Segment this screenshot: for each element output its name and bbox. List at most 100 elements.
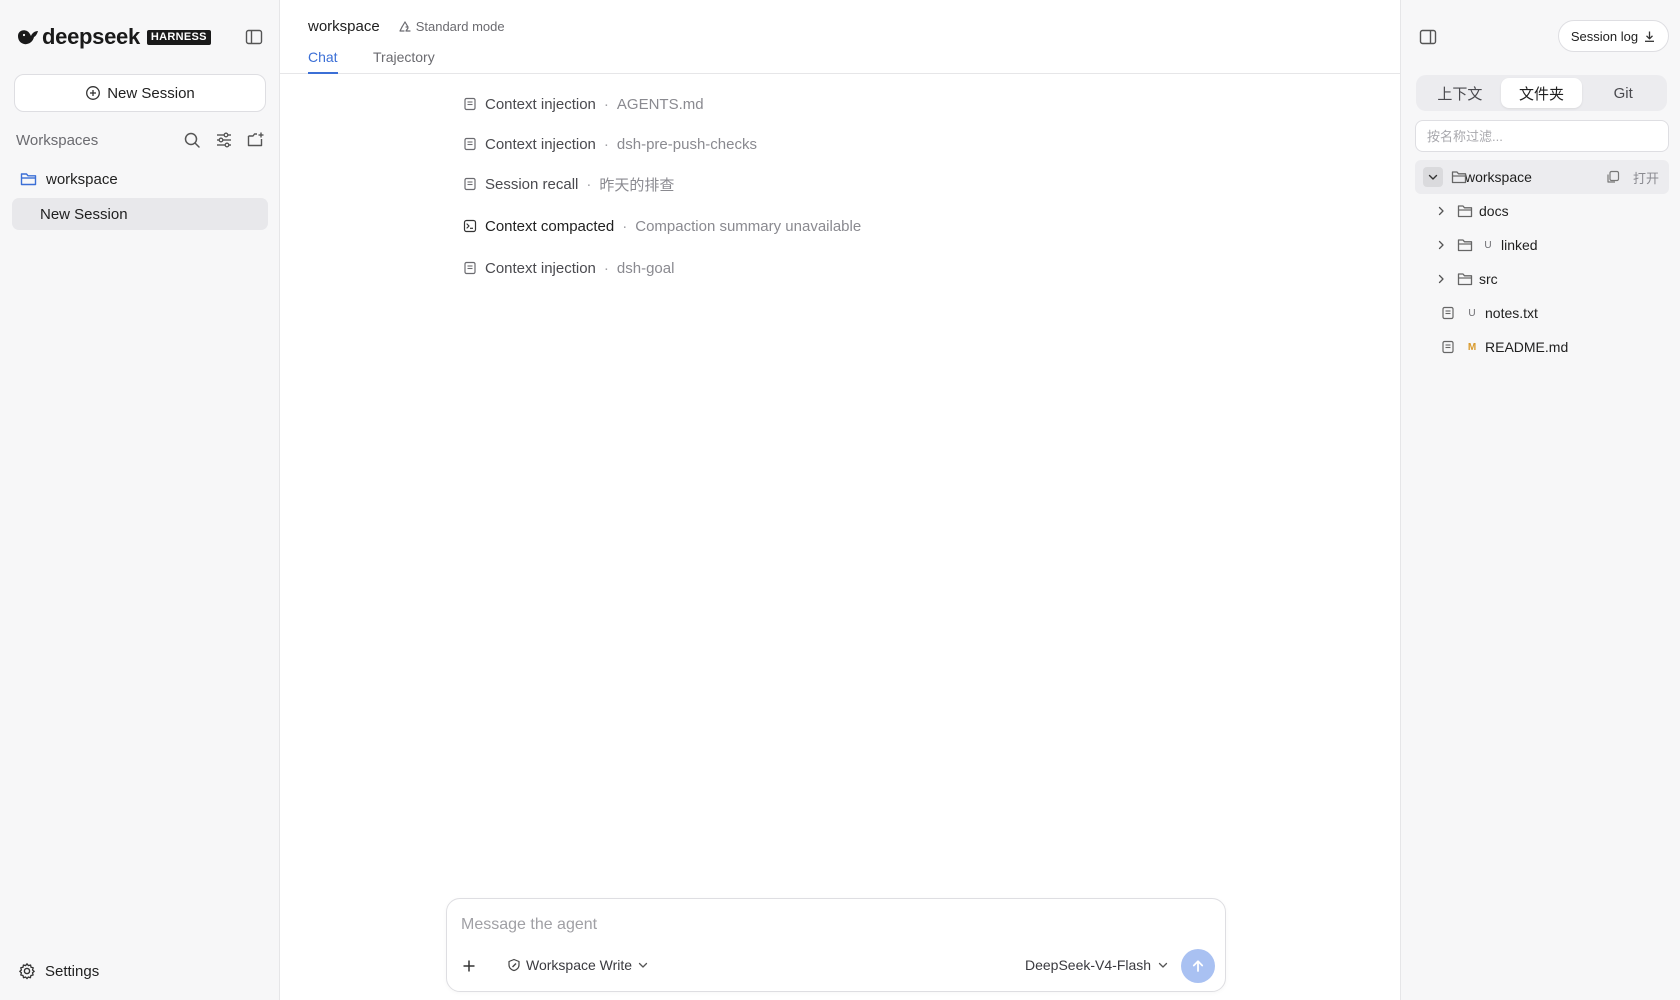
tree-item-label: docs (1479, 203, 1509, 219)
session-log-button[interactable]: Session log (1558, 20, 1669, 52)
tree-file-readme[interactable]: M README.md (1441, 335, 1568, 359)
session-item-label: New Session (40, 205, 128, 223)
shield-edit-icon (508, 958, 520, 972)
left-sidebar: deepseek HARNESS New Session Workspaces (0, 0, 280, 1000)
event-kind: Context injection (485, 95, 596, 113)
workspace-item[interactable]: workspace (20, 168, 118, 190)
plus-icon (463, 960, 475, 972)
folder-icon (1451, 171, 1467, 184)
panel-segmented-control: 上下文 文件夹 Git (1416, 75, 1667, 111)
event-kind: Context injection (485, 135, 596, 153)
tree-item-label: src (1479, 271, 1498, 287)
document-icon (1442, 340, 1454, 354)
filter-sliders-icon[interactable] (214, 130, 234, 150)
event-row[interactable]: Context compacted · Compaction summary u… (463, 215, 861, 237)
separator-dot: · (586, 175, 592, 193)
tree-root-label: workspace (1465, 169, 1532, 185)
settings-button[interactable]: Settings (18, 962, 99, 980)
terminal-icon (463, 219, 477, 233)
file-filter-input[interactable] (1415, 120, 1669, 152)
event-detail: dsh-goal (616, 259, 675, 277)
event-detail: Compaction summary unavailable (635, 217, 862, 235)
tree-item-label: linked (1501, 237, 1538, 253)
brand-badge: HARNESS (146, 29, 211, 45)
chevron-down-icon (638, 962, 648, 968)
brand-name: deepseek (42, 24, 140, 49)
event-row[interactable]: Session recall · 昨天的排查 (463, 173, 674, 195)
separator-dot: · (603, 259, 609, 277)
page-title: workspace (308, 18, 380, 35)
git-status-badge: M (1467, 341, 1477, 353)
git-status-badge: U (1468, 307, 1476, 319)
sidebar-toggle-icon[interactable] (244, 27, 264, 47)
tree-folder-docs[interactable]: docs (1435, 199, 1509, 223)
message-composer: Workspace Write DeepSeek-V4-Flash (446, 898, 1226, 992)
event-detail: dsh-pre-push-checks (616, 135, 757, 153)
segment-context[interactable]: 上下文 (1419, 78, 1501, 108)
separator-dot: · (603, 135, 609, 153)
settings-label: Settings (45, 962, 100, 980)
separator-dot: · (603, 95, 609, 113)
tree-root-row[interactable]: workspace 打开 (1415, 160, 1669, 194)
session-log-label: Session log (1570, 28, 1639, 44)
main-header: workspace Standard mode (308, 18, 505, 35)
tree-file-notes[interactable]: U notes.txt (1441, 301, 1538, 325)
expand-toggle[interactable] (1423, 167, 1443, 187)
document-icon (464, 137, 476, 151)
message-input[interactable] (461, 913, 1201, 937)
new-session-button[interactable]: New Session (14, 74, 266, 112)
search-icon[interactable] (182, 130, 202, 150)
event-kind: Context injection (485, 259, 596, 277)
event-kind: Session recall (485, 175, 579, 193)
plus-circle-icon (86, 86, 101, 100)
event-kind: Context compacted (485, 217, 615, 235)
mode-indicator[interactable]: Standard mode (398, 19, 505, 34)
main-tabs: Chat Trajectory (280, 45, 1400, 74)
git-status-badge: U (1484, 239, 1492, 251)
tree-item-label: README.md (1485, 339, 1569, 355)
workspace-item-label: workspace (46, 170, 118, 188)
whale-logo-icon (18, 30, 38, 45)
event-row[interactable]: Context injection · AGENTS.md (463, 93, 704, 115)
document-icon (1442, 306, 1454, 320)
brand[interactable]: deepseek HARNESS (16, 24, 211, 49)
recycle-icon (399, 20, 411, 32)
main-panel: workspace Standard mode Chat Trajectory … (280, 0, 1400, 1000)
open-button[interactable]: 打开 (1633, 168, 1659, 187)
chevron-down-icon (1158, 962, 1168, 968)
tree-item-label: notes.txt (1485, 305, 1538, 321)
event-row[interactable]: Context injection · dsh-goal (463, 257, 674, 279)
attach-button[interactable] (457, 954, 481, 978)
permission-select[interactable]: Workspace Write (507, 957, 649, 973)
session-item[interactable]: New Session (12, 198, 268, 230)
chevron-right-icon (1438, 240, 1444, 250)
model-select[interactable]: DeepSeek-V4-Flash (1025, 957, 1169, 973)
workspaces-header: Workspaces (16, 130, 266, 150)
separator-dot: · (622, 217, 628, 235)
document-icon (464, 261, 476, 275)
event-row[interactable]: Context injection · dsh-pre-push-checks (463, 133, 757, 155)
folder-icon (1457, 239, 1473, 252)
send-button[interactable] (1181, 949, 1215, 983)
workspaces-label: Workspaces (16, 131, 99, 149)
folder-icon (1457, 205, 1473, 218)
mode-label: Standard mode (415, 19, 505, 34)
folder-open-icon (20, 173, 37, 186)
new-folder-icon[interactable] (246, 130, 266, 150)
copy-icon[interactable] (1605, 169, 1621, 185)
tab-trajectory[interactable]: Trajectory (373, 49, 435, 74)
panel-toggle-icon[interactable] (1418, 27, 1438, 47)
right-panel: Session log 上下文 文件夹 Git workspace 打开 (1400, 0, 1680, 1000)
tree-folder-src[interactable]: src (1435, 267, 1498, 291)
gear-icon (19, 963, 35, 980)
tree-folder-linked[interactable]: U linked (1435, 233, 1538, 257)
segment-git[interactable]: Git (1582, 78, 1664, 108)
new-session-label: New Session (107, 84, 195, 102)
event-detail: AGENTS.md (616, 95, 704, 113)
segment-folder[interactable]: 文件夹 (1500, 78, 1583, 108)
download-icon (1645, 31, 1655, 42)
permission-label: Workspace Write (526, 957, 633, 973)
chevron-right-icon (1438, 206, 1444, 216)
tab-chat[interactable]: Chat (308, 49, 338, 74)
chevron-down-icon (1428, 174, 1438, 180)
